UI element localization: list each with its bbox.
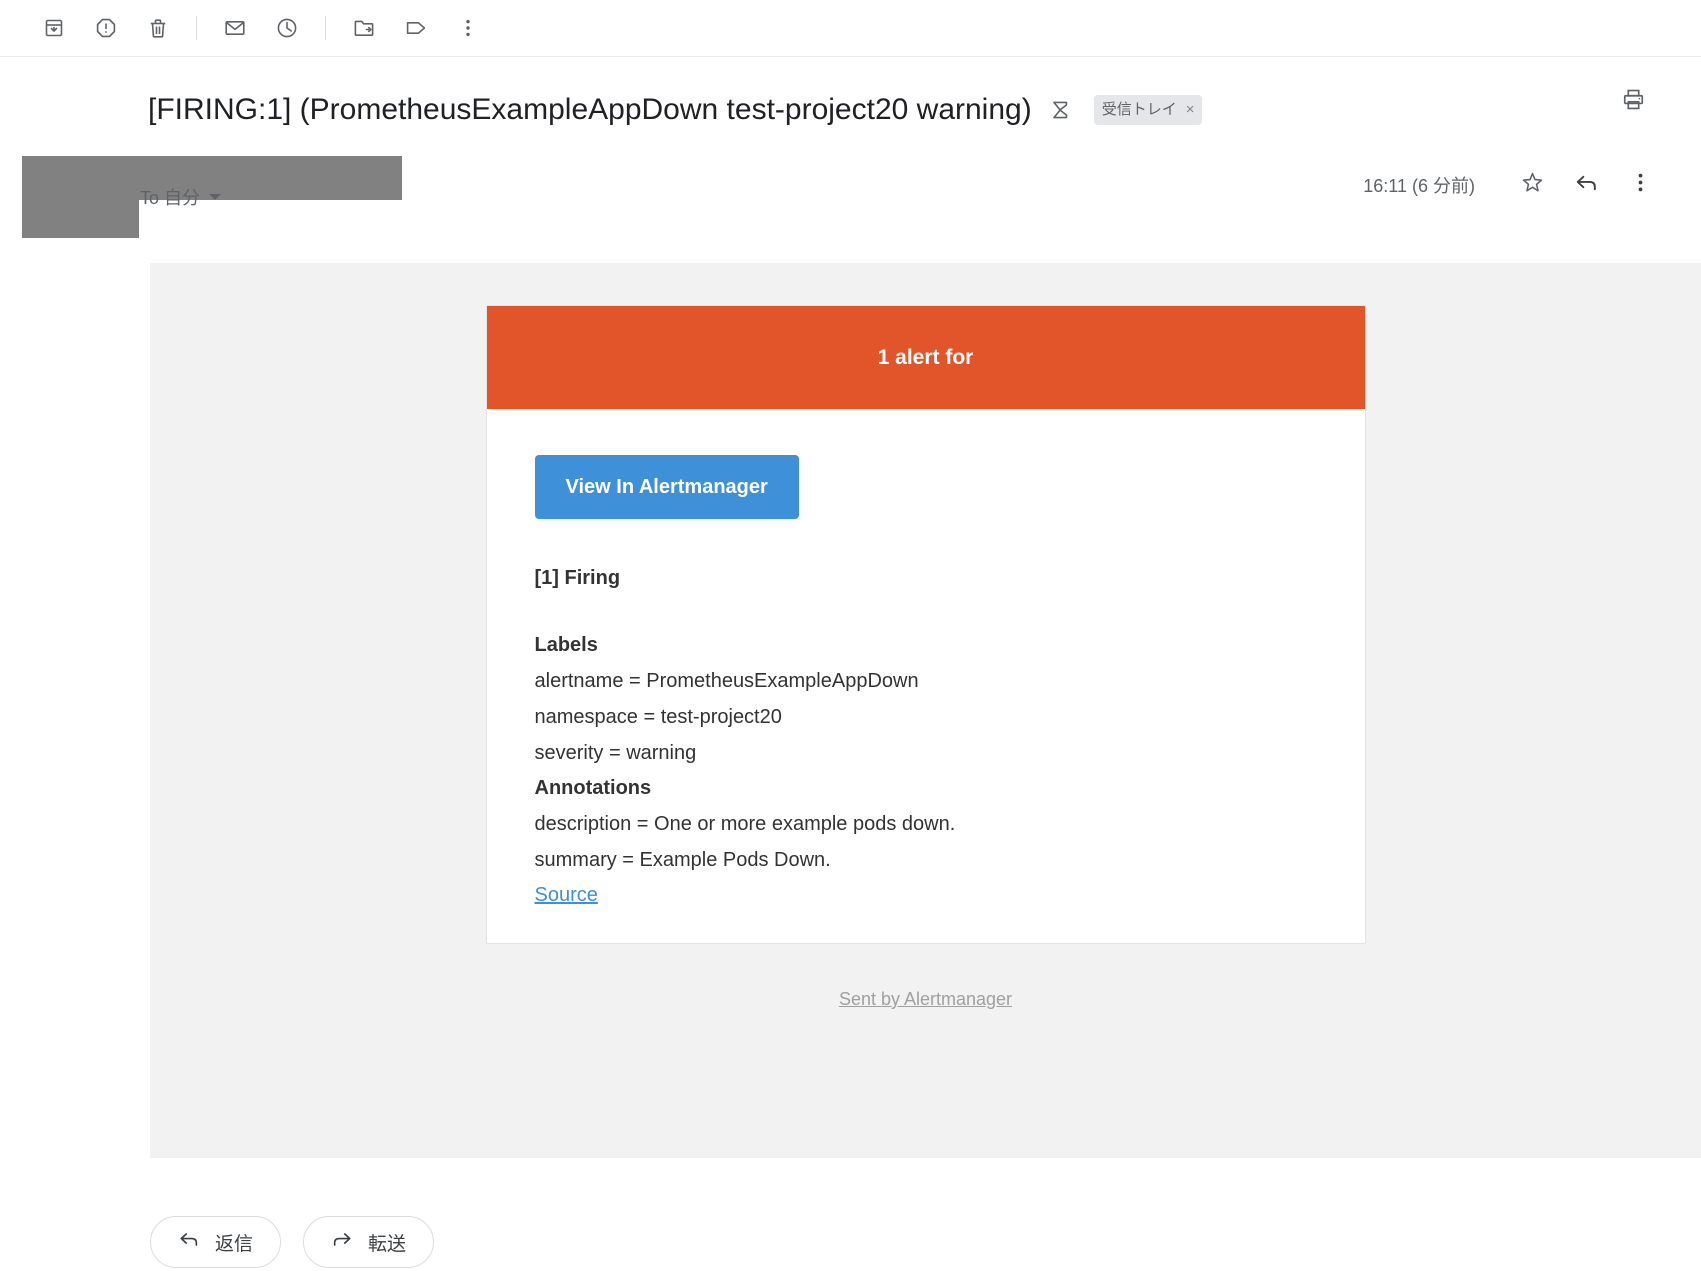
sent-by-alertmanager-link[interactable]: Sent by Alertmanager: [839, 989, 1012, 1009]
chevron-down-icon[interactable]: [209, 194, 222, 200]
recipient-line[interactable]: To 自分: [140, 184, 222, 210]
labels-title: Labels: [534, 634, 598, 656]
reply-button-header[interactable]: [1563, 162, 1609, 208]
message-meta: 16:11 (6 分前): [1363, 162, 1663, 208]
snooze-icon: [275, 16, 299, 40]
toolbar-divider-1: [196, 16, 197, 40]
redaction-block-avatar: [22, 156, 139, 238]
recipient-label: To 自分: [140, 188, 201, 208]
label-line: alertname = PrometheusExampleAppDown: [534, 670, 919, 692]
more-options-icon: [1628, 170, 1653, 200]
reply-arrow-icon: [178, 1228, 200, 1256]
print-button[interactable]: [1609, 78, 1657, 126]
reply-arrow-icon: [1574, 170, 1599, 200]
report-spam-button[interactable]: [80, 2, 132, 54]
delete-icon: [146, 16, 170, 40]
report-spam-icon: [94, 16, 118, 40]
move-to-button[interactable]: [338, 2, 390, 54]
sent-by-footer: Sent by Alertmanager: [150, 989, 1701, 1010]
message-more-button[interactable]: [1617, 162, 1663, 208]
sigma-thread-icon: [1048, 97, 1074, 123]
label-chip-inbox[interactable]: 受信トレイ ×: [1093, 95, 1203, 125]
label-line: namespace = test-project20: [534, 706, 782, 728]
archive-button[interactable]: [28, 2, 80, 54]
page-title: [FIRING:1] (PrometheusExampleAppDown tes…: [148, 93, 1032, 126]
alert-card: 1 alert for View In Alertmanager [1] Fir…: [485, 305, 1366, 944]
close-icon[interactable]: ×: [1186, 102, 1195, 117]
move-to-icon: [352, 16, 376, 40]
labels-button[interactable]: [390, 2, 442, 54]
archive-icon: [42, 16, 66, 40]
more-options-button[interactable]: [442, 2, 494, 54]
footer-actions: 返信 転送: [150, 1216, 456, 1268]
reply-button[interactable]: 返信: [150, 1216, 282, 1268]
source-link[interactable]: Source: [535, 884, 598, 907]
toolbar-divider-2: [325, 16, 326, 40]
label-chip-text: 受信トレイ: [1101, 101, 1177, 118]
alert-body: View In Alertmanager [1] Firing Labels a…: [487, 409, 1365, 943]
annotation-line: description = One or more example pods d…: [534, 813, 956, 835]
firing-title: [1] Firing: [534, 567, 621, 589]
mail-toolbar: [0, 0, 1701, 56]
annotations-title: Annotations: [534, 777, 652, 799]
mark-unread-icon: [223, 16, 247, 40]
forward-arrow-icon: [331, 1228, 353, 1256]
label-line: severity = warning: [534, 742, 697, 764]
view-in-alertmanager-button[interactable]: View In Alertmanager: [534, 455, 799, 519]
snooze-button[interactable]: [261, 2, 313, 54]
delete-button[interactable]: [132, 2, 184, 54]
message-timestamp: 16:11 (6 分前): [1363, 176, 1475, 196]
print-icon: [1621, 87, 1646, 117]
message-header: To 自分 16:11 (6 分前): [0, 134, 1701, 238]
email-body-frame: 1 alert for View In Alertmanager [1] Fir…: [150, 263, 1701, 1158]
more-options-icon: [456, 16, 480, 40]
alert-banner: 1 alert for: [486, 306, 1365, 409]
subject-row: [FIRING:1] (PrometheusExampleAppDown tes…: [0, 56, 1701, 134]
reply-button-label: 返信: [215, 1233, 254, 1255]
forward-button-label: 転送: [368, 1233, 407, 1255]
forward-button[interactable]: 転送: [303, 1216, 435, 1268]
star-button[interactable]: [1509, 162, 1555, 208]
annotation-line: summary = Example Pods Down.: [534, 849, 831, 871]
star-icon: [1520, 170, 1545, 200]
mark-unread-button[interactable]: [209, 2, 261, 54]
labels-icon: [404, 16, 428, 40]
